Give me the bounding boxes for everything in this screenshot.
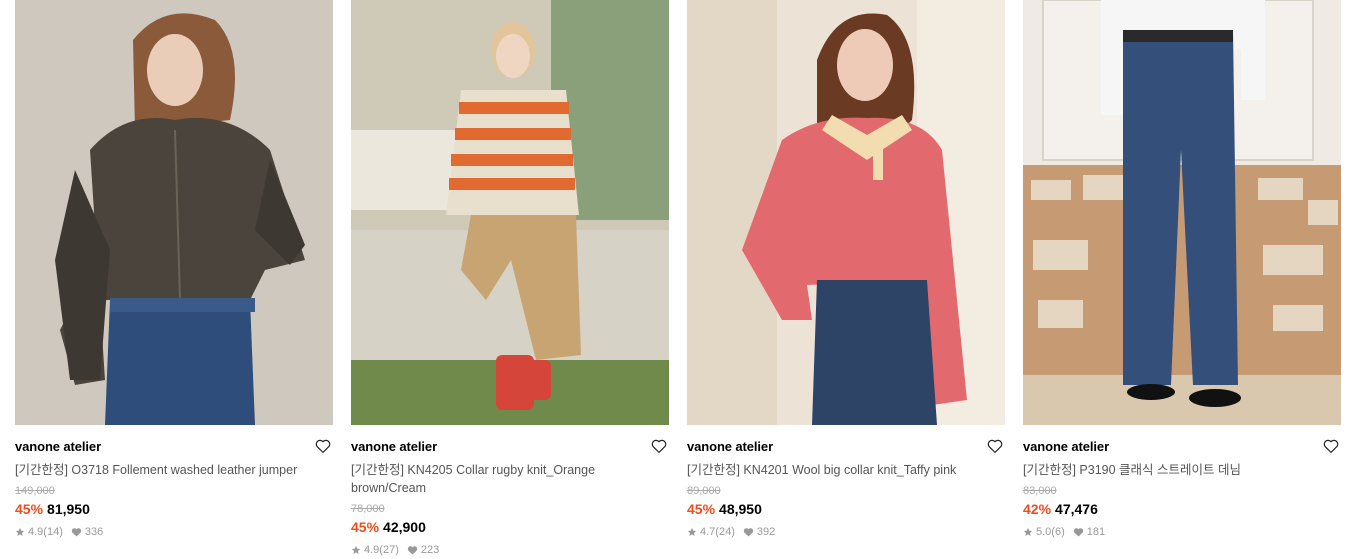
product-stats: 4.9 (27) 223 [351, 543, 669, 557]
heart-icon[interactable] [650, 437, 668, 455]
brand-name[interactable]: vanone atelier [15, 438, 333, 455]
rating: 4.7 (24) [687, 525, 735, 539]
likes: 392 [743, 525, 775, 539]
brand-name[interactable]: vanone atelier [351, 438, 669, 455]
discount-rate: 45% [15, 501, 44, 517]
heart-filled-icon [407, 546, 418, 555]
product-image[interactable] [15, 0, 333, 425]
rating: 5.0 (6) [1023, 525, 1065, 539]
star-icon [15, 527, 25, 536]
likes: 336 [71, 525, 103, 539]
original-price: 78,000 [351, 503, 385, 515]
sale-price: 81,950 [47, 501, 90, 517]
product-grid: vanone atelier [기간한정] O3718 Follement wa… [0, 0, 1349, 559]
heart-filled-icon [71, 528, 82, 537]
rating-value: 4.9 [28, 526, 44, 538]
product-stats: 4.9 (14) 336 [15, 525, 333, 539]
product-image[interactable] [1023, 0, 1341, 425]
rating: 4.9 (27) [351, 543, 399, 557]
sale-price: 42,900 [383, 519, 426, 535]
product-name[interactable]: [기간한정] KN4205 Collar rugby knit_Orange b… [351, 461, 669, 497]
product-stats: 4.7 (24) 392 [687, 525, 1005, 539]
likes: 181 [1073, 525, 1105, 539]
heart-icon[interactable] [314, 437, 332, 455]
review-count: (24) [715, 526, 735, 538]
discount-rate: 42% [1023, 501, 1052, 517]
product-name[interactable]: [기간한정] O3718 Follement washed leather ju… [15, 461, 333, 479]
brand-name[interactable]: vanone atelier [687, 438, 1005, 455]
product-card[interactable]: vanone atelier [기간한정] P3190 클래식 스트레이트 데님… [1023, 0, 1341, 539]
like-count: 392 [756, 526, 776, 538]
brand-name[interactable]: vanone atelier [1023, 438, 1341, 455]
discount-rate: 45% [351, 519, 380, 535]
rating-value: 5.0 [1036, 526, 1052, 538]
like-count: 223 [420, 544, 440, 556]
original-price: 83,000 [1023, 485, 1057, 497]
price-line: 42% 47,476 [1023, 499, 1341, 519]
rating-value: 4.9 [364, 544, 380, 556]
star-icon [1023, 527, 1033, 536]
product-name[interactable]: [기간한정] KN4201 Wool big collar knit_Taffy… [687, 461, 1005, 479]
original-price: 89,000 [687, 485, 721, 497]
heart-filled-icon [743, 528, 754, 537]
sale-price: 48,950 [719, 501, 762, 517]
rating-value: 4.7 [700, 526, 716, 538]
likes: 223 [407, 543, 439, 557]
product-name[interactable]: [기간한정] P3190 클래식 스트레이트 데님 [1023, 461, 1341, 479]
heart-icon[interactable] [986, 437, 1004, 455]
star-icon [687, 527, 697, 536]
like-count: 181 [1086, 526, 1106, 538]
review-count: (6) [1051, 526, 1065, 538]
product-image[interactable] [351, 0, 669, 425]
price-line: 45% 42,900 [351, 517, 669, 537]
original-price: 149,000 [15, 485, 55, 497]
like-count: 336 [84, 526, 104, 538]
discount-rate: 45% [687, 501, 716, 517]
review-count: (27) [379, 544, 399, 556]
star-icon [351, 545, 361, 554]
heart-icon[interactable] [1322, 437, 1340, 455]
sale-price: 47,476 [1055, 501, 1098, 517]
price-line: 45% 81,950 [15, 499, 333, 519]
heart-filled-icon [1073, 528, 1083, 537]
product-card[interactable]: vanone atelier [기간한정] KN4205 Collar rugb… [351, 0, 669, 557]
rating: 4.9 (14) [15, 525, 63, 539]
price-line: 45% 48,950 [687, 499, 1005, 519]
product-card[interactable]: vanone atelier [기간한정] O3718 Follement wa… [15, 0, 333, 539]
product-image[interactable] [687, 0, 1005, 425]
review-count: (14) [43, 526, 63, 538]
product-card[interactable]: vanone atelier [기간한정] KN4201 Wool big co… [687, 0, 1005, 539]
product-stats: 5.0 (6) 181 [1023, 525, 1341, 539]
